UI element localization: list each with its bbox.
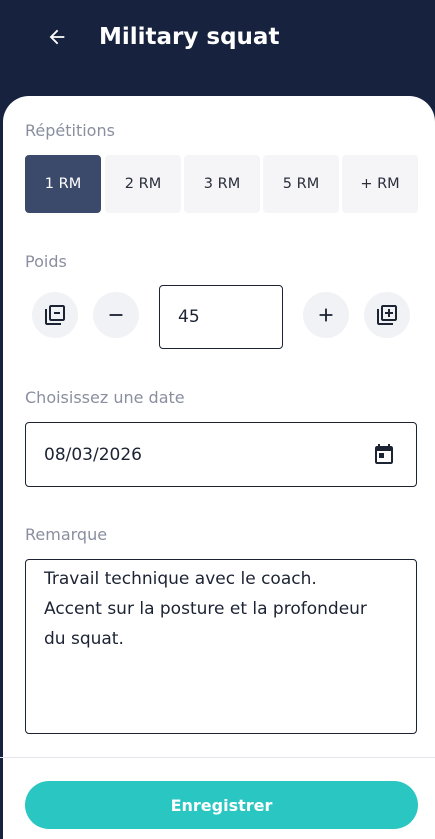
minus-icon [109,314,123,316]
page-title: Military squat [99,24,280,50]
rm-option-3[interactable]: 3 RM [184,155,260,213]
repetitions-selector: 1 RM 2 RM 3 RM 5 RM + RM [25,155,420,213]
rm-option-plus[interactable]: + RM [342,155,418,213]
save-button[interactable]: Enregistrer [25,781,418,829]
add-multiple-button[interactable] [364,292,410,338]
rm-option-1[interactable]: 1 RM [25,155,101,213]
repetitions-label: Répétitions [25,121,115,140]
footer-divider [0,757,435,758]
calendar-icon[interactable] [372,442,396,466]
date-label: Choisissez une date [25,388,185,407]
weight-input[interactable]: 45 [159,285,283,349]
back-button[interactable] [44,24,70,50]
rm-option-5[interactable]: 5 RM [263,155,339,213]
weight-label: Poids [25,252,67,271]
date-field[interactable]: 08/03/2026 [25,422,417,487]
plus-icon [319,308,333,322]
add-multiple-icon [377,305,397,325]
decrease-weight-button[interactable] [93,292,139,338]
remark-textarea[interactable]: Travail technique avec le coach. Accent … [25,559,417,734]
remove-multiple-icon [45,305,65,325]
app-header: Military squat [0,0,435,100]
remark-label: Remarque [25,525,108,544]
date-value: 08/03/2026 [44,444,142,465]
increase-weight-button[interactable] [303,292,349,338]
rm-option-2[interactable]: 2 RM [105,155,181,213]
arrow-left-icon [49,29,65,45]
remove-multiple-button[interactable] [32,292,78,338]
